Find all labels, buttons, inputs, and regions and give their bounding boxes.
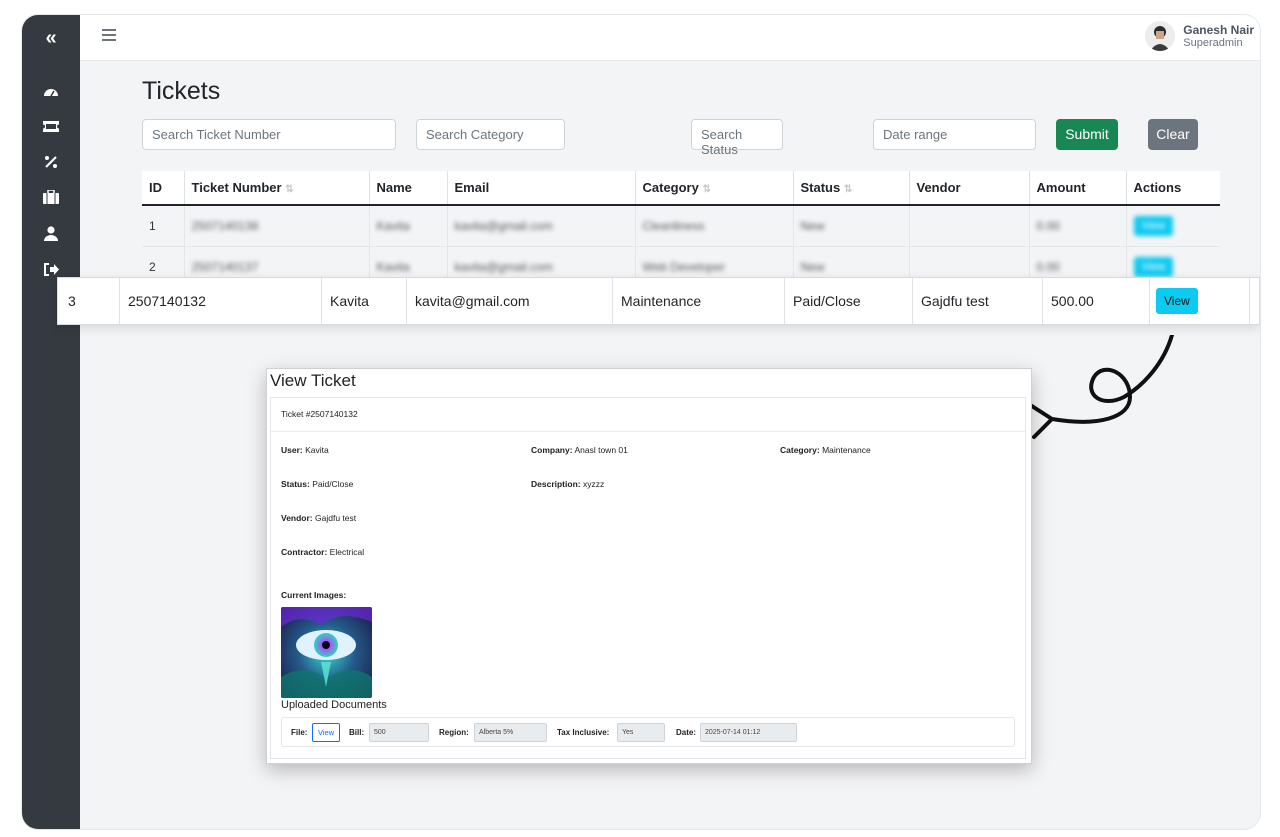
bill-field[interactable]: 500 xyxy=(369,723,429,742)
submit-button[interactable]: Submit xyxy=(1056,119,1118,150)
description-field: Description: xyzzz xyxy=(531,479,605,489)
user-role: Superadmin xyxy=(1183,37,1243,49)
cell-actions: View xyxy=(1150,278,1250,324)
status-search-input[interactable]: Search Status xyxy=(691,119,783,157)
view-button[interactable]: View xyxy=(1133,216,1174,236)
ticket-number-search-input[interactable]: Search Ticket Number xyxy=(142,119,396,150)
category-search-input[interactable]: Search Category xyxy=(416,119,565,150)
date-field[interactable]: 2025-07-14 01:12 xyxy=(700,723,797,742)
tax-inclusive-field[interactable]: Yes xyxy=(617,723,665,742)
cell-ticket-number: 2507140132 xyxy=(120,278,322,324)
file-view-button[interactable]: View xyxy=(312,723,341,742)
ticket-image-thumbnail[interactable] xyxy=(281,607,372,698)
user-profile[interactable]: Ganesh Nair Superadmin xyxy=(1145,21,1254,51)
chevrons-left-icon[interactable]: « xyxy=(22,25,80,51)
sort-icon[interactable]: ⇅ xyxy=(844,184,852,195)
sort-icon[interactable]: ⇅ xyxy=(285,184,293,195)
avatar xyxy=(1145,21,1176,51)
user-icon[interactable] xyxy=(39,223,63,243)
cell-amount: 0.00 xyxy=(1028,205,1126,247)
cell-actions: View xyxy=(1125,205,1220,247)
topbar: Ganesh Nair Superadmin xyxy=(80,15,1260,61)
header-actions: Actions xyxy=(1125,171,1220,206)
ticket-header: Ticket #2507140132 xyxy=(271,398,1025,432)
cell-status: New xyxy=(792,205,909,247)
header-ticket-number[interactable]: Ticket Number ⇅ xyxy=(183,171,369,206)
sign-out-icon[interactable] xyxy=(39,259,63,279)
cell-vendor: Gajdfu test xyxy=(913,278,1043,324)
header-id[interactable]: ID xyxy=(142,171,184,206)
view-button[interactable]: View xyxy=(1156,288,1198,314)
header-status[interactable]: Status ⇅ xyxy=(792,171,909,206)
cell-vendor xyxy=(908,205,1029,247)
cell-id: 1 xyxy=(142,205,184,247)
ticket-icon[interactable] xyxy=(39,116,63,136)
hamburger-menu-icon[interactable] xyxy=(102,29,116,43)
date-range-input[interactable]: Date range xyxy=(873,119,1036,150)
cell-ticket-number: 2507140138 xyxy=(183,205,369,247)
cell-category: Maintenance xyxy=(613,278,785,324)
region-field[interactable]: Alberta 5% xyxy=(474,723,547,742)
bill-label: Bill: xyxy=(349,728,365,737)
header-vendor[interactable]: Vendor xyxy=(908,171,1029,206)
cell-category: Cleanliness xyxy=(634,205,793,247)
cell-status: Paid/Close xyxy=(785,278,913,324)
current-images-label: Current Images: xyxy=(281,590,347,600)
page-title: Tickets xyxy=(142,77,221,105)
status-field: Status: Paid/Close xyxy=(281,479,354,489)
sort-icon[interactable]: ⇅ xyxy=(702,184,710,195)
cell-name: Kavita xyxy=(322,278,407,324)
percent-icon[interactable] xyxy=(39,152,63,172)
header-amount[interactable]: Amount xyxy=(1028,171,1126,206)
briefcase-icon[interactable] xyxy=(39,187,63,207)
view-ticket-modal: View Ticket Ticket #2507140132 User: Kav… xyxy=(266,368,1032,764)
header-email[interactable]: Email xyxy=(446,171,635,206)
cell-email: kavita@gmail.com xyxy=(446,205,635,247)
vendor-field: Vendor: Gajdfu test xyxy=(281,513,357,523)
date-label: Date: xyxy=(676,728,697,737)
region-label: Region: xyxy=(439,728,469,737)
sidebar: « xyxy=(22,15,80,829)
document-row: File: View Bill: 500 Region: Alberta 5% … xyxy=(281,717,1015,747)
category-field: Category: Maintenance xyxy=(780,445,871,455)
dashboard-gauge-icon[interactable] xyxy=(39,81,63,101)
app-frame: « Ganesh Nair Superadmin Tickets Search … xyxy=(22,15,1260,829)
ticket-card: Ticket #2507140132 User: Kavita Company:… xyxy=(270,397,1026,759)
curved-arrow-icon xyxy=(1032,335,1174,439)
uploaded-documents-title: Uploaded Documents xyxy=(281,699,387,711)
user-field: User: Kavita xyxy=(281,445,329,455)
contractor-field: Contractor: Electrical xyxy=(281,547,365,557)
file-label: File: xyxy=(291,728,308,737)
cell-name: Kavita xyxy=(368,205,447,247)
company-field: Company: Anasl town 01 xyxy=(531,445,628,455)
view-button[interactable]: View xyxy=(1133,257,1174,277)
tickets-table: ID Ticket Number ⇅ Name Email Category ⇅… xyxy=(142,171,1220,288)
cell-id: 3 xyxy=(58,278,120,324)
highlighted-table-row[interactable]: 3 2507140132 Kavita kavita@gmail.com Mai… xyxy=(57,277,1260,325)
clear-button[interactable]: Clear xyxy=(1148,119,1198,150)
tax-inclusive-label: Tax Inclusive: xyxy=(557,728,610,737)
modal-title: View Ticket xyxy=(270,371,356,390)
user-name: Ganesh Nair xyxy=(1183,23,1254,37)
table-header-row: ID Ticket Number ⇅ Name Email Category ⇅… xyxy=(142,171,1220,206)
cell-email: kavita@gmail.com xyxy=(407,278,613,324)
header-name[interactable]: Name xyxy=(368,171,447,206)
table-row: 1 2507140138 Kavita kavita@gmail.com Cle… xyxy=(142,205,1220,247)
header-category[interactable]: Category ⇅ xyxy=(634,171,793,206)
cell-amount: 500.00 xyxy=(1043,278,1150,324)
